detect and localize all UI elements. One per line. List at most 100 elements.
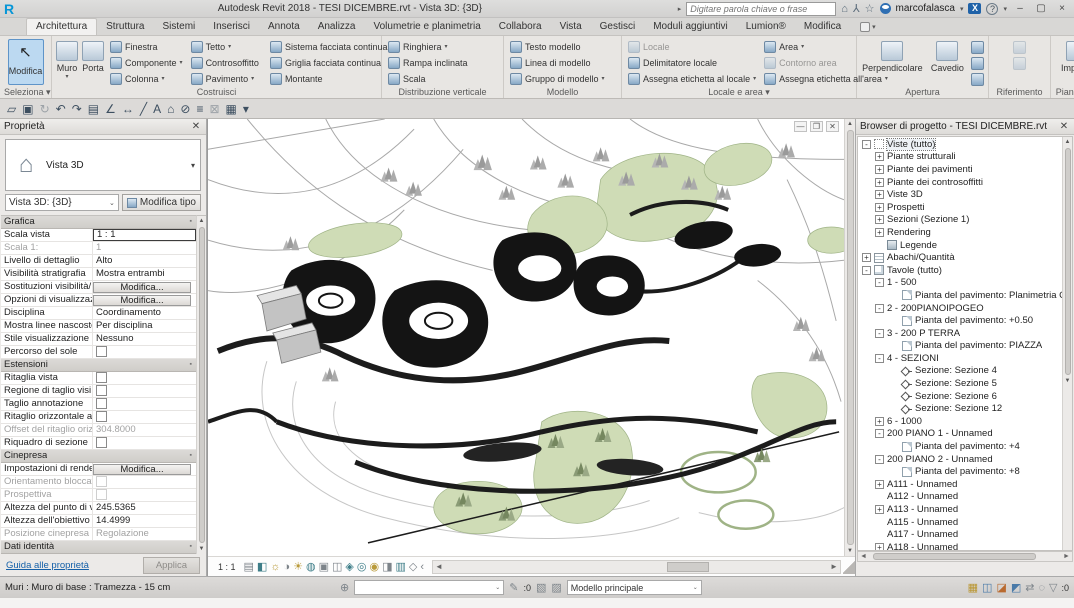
redo-icon[interactable]: ↷ [70, 100, 84, 118]
tree-expander-icon[interactable]: + [875, 152, 884, 161]
property-row[interactable]: Dati identità [1, 541, 196, 554]
ribbon-tab[interactable]: Lumion® [737, 19, 795, 35]
visual-style-icon[interactable]: ◧ [257, 559, 267, 575]
scroll-left-icon[interactable]: ◄ [433, 562, 445, 571]
browser-close-icon[interactable]: ✕ [1058, 121, 1070, 132]
displacement-icon[interactable]: ◇ [409, 559, 417, 575]
property-row[interactable]: Offset del ritaglio oriz... 304.8000 [1, 424, 196, 437]
property-row[interactable]: Visibilità stratigrafia Mostra entrambi [1, 268, 196, 281]
tree-expander-icon[interactable]: + [875, 505, 884, 514]
drawing-3d-view[interactable] [208, 119, 844, 556]
scroll-thumb[interactable] [1065, 148, 1071, 375]
tree-item[interactable]: Pianta del pavimento: +4 [858, 440, 1062, 453]
ribbon-tab[interactable]: Sistemi [154, 19, 205, 35]
property-row[interactable]: Ritaglia vista [1, 372, 196, 385]
model-line-icon[interactable]: ╱ [138, 100, 149, 118]
wall-opening-icon[interactable] [971, 41, 984, 54]
minimize-button[interactable]: – [1012, 3, 1028, 15]
ribbon-tab[interactable]: Annota [259, 19, 309, 35]
property-row[interactable]: Altezza del punto di v... 245.5365 [1, 502, 196, 515]
help-icon[interactable]: ? [986, 3, 998, 15]
open-icon[interactable]: ▱ [5, 100, 18, 118]
view-restore-icon[interactable]: ❐ [810, 121, 823, 132]
scroll-track[interactable] [869, 552, 1061, 561]
tree-item[interactable]: Pianta del pavimento: +8 [858, 465, 1062, 478]
tree-expander-icon[interactable]: - [862, 266, 871, 275]
ribbon-button[interactable]: Colonna ▾ [108, 71, 185, 86]
scroll-down-icon[interactable]: ▼ [1065, 376, 1071, 386]
customize-qat-icon[interactable]: ▾ [241, 100, 251, 118]
tree-item[interactable]: + Abachi/Quantità [858, 251, 1062, 264]
tree-expander-icon[interactable]: - [862, 140, 871, 149]
scroll-thumb[interactable] [847, 130, 854, 545]
help-caret-icon[interactable]: ▾ [1003, 5, 1007, 13]
detail-level-icon[interactable]: ▤ [244, 559, 254, 575]
save-icon[interactable]: ▣ [20, 100, 35, 118]
view-scale-button[interactable]: 1 : 1 [208, 562, 244, 572]
text-icon[interactable]: A [151, 100, 163, 118]
wall-button[interactable]: Muro ▾ [56, 39, 78, 80]
scroll-thumb[interactable] [667, 562, 709, 572]
ribbon-button[interactable]: Assegna etichetta al locale ▾ [626, 71, 758, 86]
set-workplane-button[interactable]: Imposta [1055, 39, 1074, 73]
tree-item[interactable]: - 3 - 200 P TERRA [858, 327, 1062, 340]
ribbon-button[interactable]: Griglia facciata continua [268, 55, 393, 70]
tree-item[interactable]: A112 - Unnamed [858, 491, 1062, 504]
property-row[interactable]: Riquadro di sezione [1, 437, 196, 450]
ribbon-button[interactable]: Finestra [108, 39, 185, 54]
exchange-apps-icon[interactable]: X [968, 3, 981, 14]
tree-expander-icon[interactable]: - [875, 455, 884, 464]
close-button[interactable]: × [1054, 3, 1070, 15]
ribbon-tab[interactable]: Inserisci [204, 19, 259, 35]
sun-settings-icon[interactable]: ☼ [270, 559, 280, 575]
property-row[interactable]: Stile visualizzazione a... Nessuno [1, 333, 196, 346]
user-avatar-icon[interactable] [880, 3, 891, 14]
section-icon[interactable]: ⊘ [178, 100, 192, 118]
tree-item[interactable]: + Sezioni (Sezione 1) [858, 214, 1062, 227]
scroll-left-icon[interactable]: ◄ [858, 553, 869, 560]
search-input[interactable] [686, 2, 836, 16]
select-underlay-icon[interactable]: ◫ [982, 580, 992, 596]
edit-type-button[interactable]: Modifica tipo [122, 194, 201, 211]
search-expand-icon[interactable]: ▸ [678, 5, 682, 13]
subscription-icon[interactable]: ⅄ [853, 2, 860, 16]
view-minimize-icon[interactable]: — [794, 121, 807, 132]
active-workset-combo[interactable]: ⌄ [354, 580, 504, 595]
undo-icon[interactable]: ↶ [54, 100, 68, 118]
property-row[interactable]: Scala vista 1 : 1 [1, 229, 196, 242]
instance-selector[interactable]: Vista 3D: {3D} ⌄ [5, 194, 119, 211]
shaft-button[interactable]: Cavedio [928, 39, 967, 73]
tree-item[interactable]: + Piante dei controsoffitti [858, 176, 1062, 189]
tree-item[interactable]: Legende [858, 239, 1062, 252]
tree-item[interactable]: + Prospetti [858, 201, 1062, 214]
thin-lines-icon[interactable]: ≡ [194, 100, 205, 118]
temporary-view-properties-icon[interactable]: ▥ [395, 559, 405, 575]
tree-item[interactable]: Sezione: Sezione 6 [858, 390, 1062, 403]
render-icon[interactable]: ◍ [306, 559, 316, 575]
tree-item[interactable]: - 2 - 200PIANOIPOGEO [858, 302, 1062, 315]
browser-horizontal-scrollbar[interactable]: ◄ ► [857, 551, 1073, 562]
property-row[interactable]: Impostazioni di rende... Modifica... [1, 463, 196, 476]
scroll-track[interactable] [445, 561, 828, 573]
ribbon-button[interactable]: Montante [268, 71, 393, 86]
aligned-dimension-icon[interactable]: ↔ [120, 100, 136, 118]
editable-only-icon[interactable]: ✎ [509, 580, 518, 596]
property-row[interactable]: Altezza dell'obiettivo 14.4999 [1, 515, 196, 528]
type-selector[interactable]: ⌂ Vista 3D ▾ [5, 139, 201, 191]
account-caret-icon[interactable]: ▾ [960, 5, 964, 13]
scroll-right-icon[interactable]: ► [1061, 553, 1072, 560]
panel-label-locale[interactable]: Locale e area ▾ [622, 86, 856, 98]
select-links-icon[interactable]: ▦ [968, 580, 978, 596]
tree-item[interactable]: + A118 - Unnamed [858, 541, 1062, 550]
scroll-right-icon[interactable]: ► [828, 562, 840, 571]
scroll-thumb[interactable] [873, 553, 1036, 560]
design-options-icon[interactable]: ▨ [551, 580, 561, 596]
ribbon-tab[interactable]: Collabora [490, 19, 551, 35]
ribbon-button[interactable]: Sistema facciata continua [268, 39, 393, 54]
properties-close-icon[interactable]: ✕ [190, 121, 202, 132]
panel-label-seleziona[interactable]: Seleziona ▾ [0, 86, 51, 98]
scroll-up-icon[interactable]: ▲ [199, 216, 205, 226]
ribbon-tab[interactable]: Struttura [97, 19, 153, 35]
ribbon-button[interactable]: Delimitatore locale [626, 55, 758, 70]
property-row[interactable]: Estensioni [1, 359, 196, 372]
